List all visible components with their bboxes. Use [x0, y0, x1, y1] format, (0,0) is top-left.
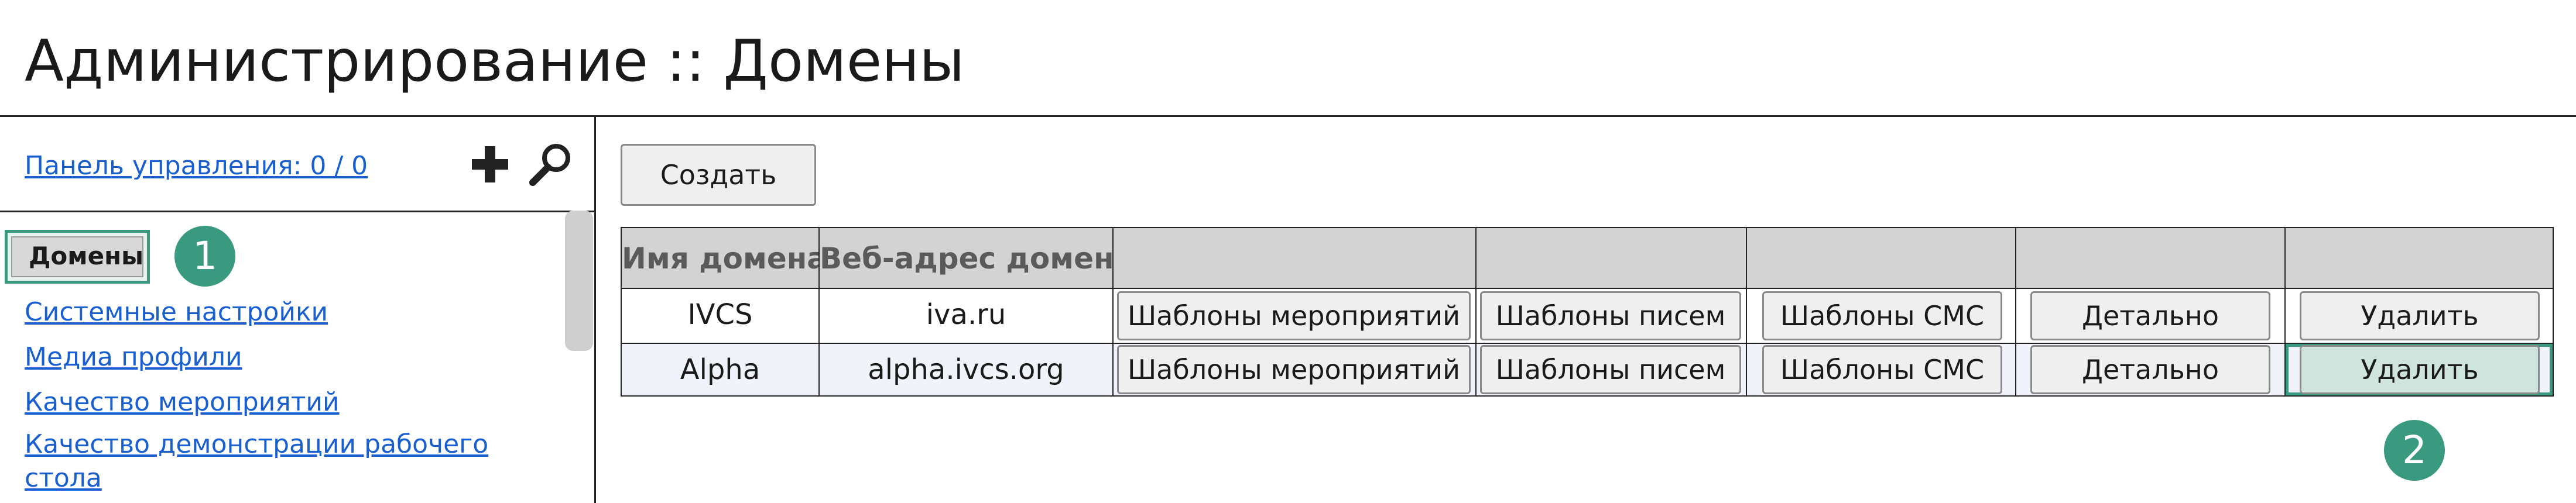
email-templates-button[interactable]: Шаблоны писем	[1480, 345, 1741, 394]
event-templates-button[interactable]: Шаблоны мероприятий	[1117, 345, 1471, 394]
column-header-actions-1	[1112, 227, 1477, 289]
callout-badge-2: 2	[2384, 420, 2445, 481]
event-templates-button[interactable]: Шаблоны мероприятий	[1117, 291, 1471, 340]
cell-domain-url: alpha.ivcs.org	[818, 343, 1114, 397]
email-templates-button[interactable]: Шаблоны писем	[1480, 291, 1741, 340]
table-cell: Удалить	[2284, 343, 2554, 397]
table-cell: Детально	[2015, 288, 2286, 344]
cell-domain-name: IVCS	[621, 288, 820, 344]
column-header-domain-name: Имя домена	[621, 227, 820, 289]
sidebar-toolbar: Панель управления: 0 / 0	[0, 117, 594, 212]
create-button[interactable]: Создать	[621, 144, 816, 206]
sidebar-item-event-quality[interactable]: Качество мероприятий	[25, 387, 340, 417]
table-cell: Удалить	[2284, 288, 2554, 344]
sms-templates-button[interactable]: Шаблоны СМС	[1762, 345, 2002, 394]
table-cell: Шаблоны писем	[1475, 343, 1747, 397]
sms-templates-button[interactable]: Шаблоны СМС	[1762, 291, 2002, 340]
details-button[interactable]: Детально	[2030, 291, 2270, 340]
table-cell: Шаблоны мероприятий	[1112, 288, 1477, 344]
table-cell: Шаблоны СМС	[1746, 343, 2016, 397]
sidebar-item-label: Домены	[11, 236, 143, 277]
delete-button[interactable]: Удалить	[2300, 291, 2540, 340]
column-header-domain-url: Веб-адрес домена	[818, 227, 1114, 289]
sidebar: Панель управления: 0 / 0 Домены Системны…	[0, 117, 596, 503]
column-header-actions-4	[2015, 227, 2286, 289]
main-content: Создать Имя домена Веб-адрес домена IVCS…	[596, 117, 2576, 503]
dashboard-link[interactable]: Панель управления: 0 / 0	[25, 151, 368, 181]
sidebar-nav: Домены Системные настройки Медиа профили…	[0, 212, 562, 503]
page-header: Администрирование :: Домены	[0, 0, 2576, 117]
sidebar-item-system-settings[interactable]: Системные настройки	[25, 297, 328, 327]
table-cell: Детально	[2015, 343, 2286, 397]
column-header-actions-2	[1475, 227, 1747, 289]
sidebar-item-desktop-share-quality[interactable]: Качество демонстрации рабочего стола	[25, 428, 540, 495]
table-cell: Шаблоны мероприятий	[1112, 343, 1477, 397]
domains-table: Имя домена Веб-адрес домена IVCS iva.ru …	[621, 227, 2554, 397]
plus-icon[interactable]	[468, 143, 512, 186]
sidebar-item-domains[interactable]: Домены	[5, 230, 150, 284]
cell-domain-url: iva.ru	[818, 288, 1114, 344]
column-header-actions-3	[1746, 227, 2016, 289]
delete-button[interactable]: Удалить	[2300, 345, 2540, 394]
sidebar-scrollbar[interactable]	[565, 211, 593, 351]
callout-badge-1: 1	[174, 226, 235, 287]
table-cell: Шаблоны СМС	[1746, 288, 2016, 344]
details-button[interactable]: Детально	[2030, 345, 2270, 394]
page-title: Администрирование :: Домены	[25, 28, 965, 95]
sidebar-item-media-profiles[interactable]: Медиа профили	[25, 342, 242, 372]
table-cell: Шаблоны писем	[1475, 288, 1747, 344]
cell-domain-name: Alpha	[621, 343, 820, 397]
search-icon[interactable]	[528, 142, 574, 187]
column-header-actions-5	[2284, 227, 2554, 289]
